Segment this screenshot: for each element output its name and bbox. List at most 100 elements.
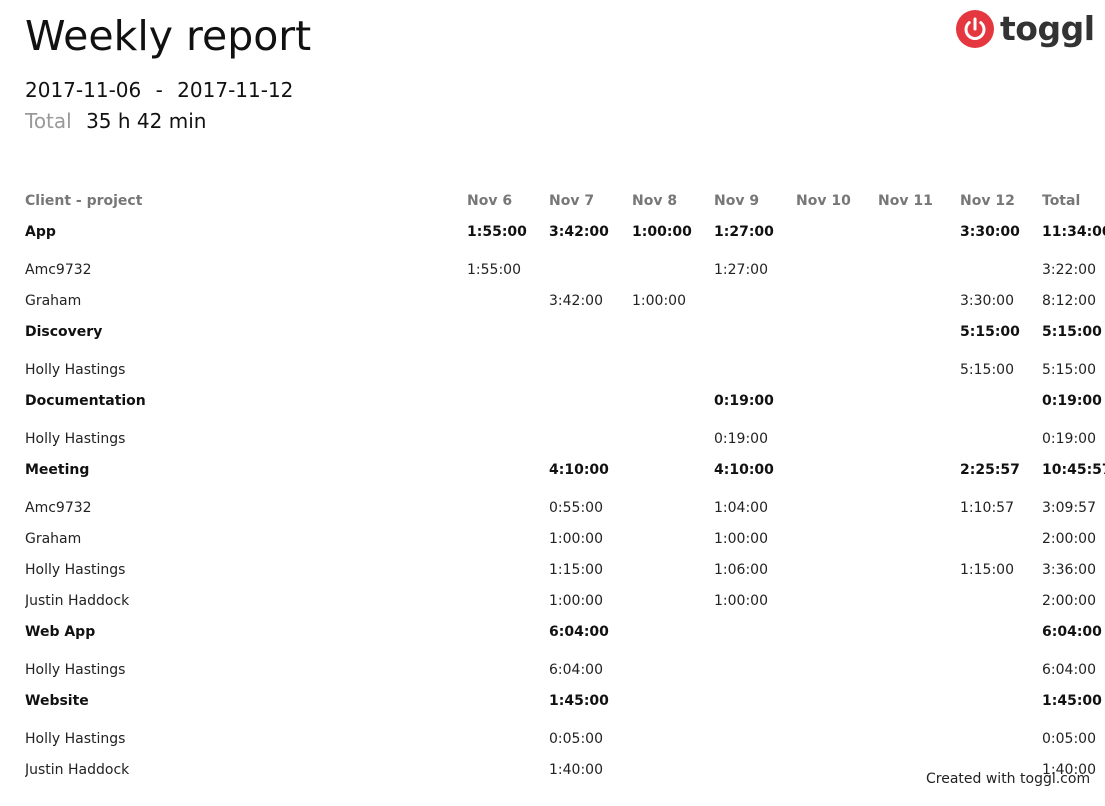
time-cell bbox=[467, 754, 549, 785]
time-cell: 0:19:00 bbox=[714, 392, 774, 409]
time-cell bbox=[960, 616, 1042, 647]
project-row: Web App 6:04:00 6:04:00 bbox=[25, 616, 1105, 647]
time-cell bbox=[714, 647, 796, 685]
time-cell: 10:45:57 bbox=[1042, 461, 1105, 478]
time-cell bbox=[549, 416, 632, 454]
page-title: Weekly report bbox=[25, 12, 312, 60]
member-row: Holly Hastings 5:15:00 5:15:00 bbox=[25, 347, 1105, 385]
date-range: 2017-11-06 - 2017-11-12 bbox=[25, 78, 293, 102]
time-cell bbox=[632, 416, 714, 454]
time-cell bbox=[796, 716, 878, 754]
project-row: Website 1:45:00 1:45:00 bbox=[25, 685, 1105, 716]
time-cell: 1:45:00 bbox=[1042, 692, 1102, 709]
time-cell bbox=[632, 385, 714, 416]
time-cell: 1:45:00 bbox=[549, 692, 609, 709]
time-cell bbox=[878, 647, 960, 685]
footer-credit: Created with toggl.com bbox=[926, 771, 1091, 787]
time-cell: 11:34:00 bbox=[1042, 223, 1105, 240]
column-header: Nov 7 bbox=[549, 192, 595, 209]
time-cell bbox=[960, 685, 1042, 716]
column-header-client-project: Client - project bbox=[25, 192, 143, 209]
time-cell bbox=[878, 554, 960, 585]
time-cell: 4:10:00 bbox=[549, 461, 609, 478]
time-cell bbox=[549, 247, 632, 285]
time-cell bbox=[796, 585, 878, 616]
time-cell bbox=[878, 285, 960, 316]
member-name-cell: Amc9732 bbox=[25, 499, 92, 516]
time-cell bbox=[796, 485, 878, 523]
time-cell: 3:30:00 bbox=[960, 223, 1020, 240]
table-body: App 1:55:00 3:42:00 1:00:00 1:27:00 3:30:00 11… bbox=[25, 216, 1105, 785]
time-cell: 6:04:00 bbox=[549, 661, 603, 678]
time-cell bbox=[714, 754, 796, 785]
time-cell: 2:00:00 bbox=[1042, 592, 1096, 609]
column-header: Nov 11 bbox=[878, 192, 933, 209]
total-value: 35 h 42 min bbox=[86, 109, 207, 133]
time-cell bbox=[960, 716, 1042, 754]
project-row: Documentation 0:19:00 0:19:00 bbox=[25, 385, 1105, 416]
time-cell bbox=[796, 285, 878, 316]
time-cell bbox=[467, 316, 549, 347]
member-name-cell: Justin Haddock bbox=[25, 761, 130, 778]
project-row: Discovery 5:15:00 5:15:00 bbox=[25, 316, 1105, 347]
time-cell: 1:04:00 bbox=[714, 499, 768, 516]
time-cell bbox=[714, 316, 796, 347]
time-cell bbox=[796, 554, 878, 585]
time-cell bbox=[632, 716, 714, 754]
time-cell bbox=[796, 416, 878, 454]
time-cell: 2:25:57 bbox=[960, 461, 1020, 478]
time-cell bbox=[467, 385, 549, 416]
time-cell: 1:00:00 bbox=[632, 223, 692, 240]
date-end: 2017-11-12 bbox=[177, 78, 294, 102]
time-cell bbox=[714, 347, 796, 385]
time-cell bbox=[467, 416, 549, 454]
project-name-cell: Documentation bbox=[25, 392, 146, 409]
time-cell: 1:10:57 bbox=[960, 499, 1014, 516]
time-cell bbox=[632, 454, 714, 485]
time-cell bbox=[632, 647, 714, 685]
time-cell bbox=[549, 316, 632, 347]
time-cell: 1:55:00 bbox=[467, 223, 527, 240]
time-cell: 3:22:00 bbox=[1042, 261, 1096, 278]
member-row: Justin Haddock 1:00:00 1:00:00 2:00:00 bbox=[25, 585, 1105, 616]
time-cell: 0:19:00 bbox=[1042, 392, 1102, 409]
time-cell: 3:42:00 bbox=[549, 292, 603, 309]
time-cell bbox=[796, 454, 878, 485]
time-cell bbox=[467, 285, 549, 316]
time-cell bbox=[878, 523, 960, 554]
time-cell bbox=[632, 247, 714, 285]
time-cell: 1:15:00 bbox=[960, 561, 1014, 578]
time-cell bbox=[467, 523, 549, 554]
time-cell bbox=[878, 616, 960, 647]
column-header: Nov 6 bbox=[467, 192, 513, 209]
time-cell bbox=[714, 685, 796, 716]
time-cell bbox=[467, 716, 549, 754]
column-header: Nov 8 bbox=[632, 192, 678, 209]
project-row: Meeting 4:10:00 4:10:00 2:25:57 10:45:57 bbox=[25, 454, 1105, 485]
time-cell bbox=[714, 285, 796, 316]
time-cell: 6:04:00 bbox=[1042, 623, 1102, 640]
time-cell bbox=[878, 385, 960, 416]
toggl-logo: toggl bbox=[956, 9, 1095, 49]
time-cell: 0:55:00 bbox=[549, 499, 603, 516]
time-cell bbox=[960, 385, 1042, 416]
member-name-cell: Holly Hastings bbox=[25, 361, 126, 378]
date-separator: - bbox=[155, 78, 163, 102]
time-cell bbox=[878, 585, 960, 616]
time-cell: 1:06:00 bbox=[714, 561, 768, 578]
member-name-cell: Holly Hastings bbox=[25, 430, 126, 447]
time-cell bbox=[878, 216, 960, 247]
member-row: Holly Hastings 0:19:00 0:19:00 bbox=[25, 416, 1105, 454]
time-cell: 1:00:00 bbox=[549, 592, 603, 609]
time-cell bbox=[878, 247, 960, 285]
member-name-cell: Holly Hastings bbox=[25, 561, 126, 578]
time-cell bbox=[878, 416, 960, 454]
time-cell bbox=[467, 554, 549, 585]
time-cell: 1:00:00 bbox=[549, 530, 603, 547]
time-cell bbox=[878, 316, 960, 347]
time-cell bbox=[467, 347, 549, 385]
project-row: App 1:55:00 3:42:00 1:00:00 1:27:00 3:30:00 11… bbox=[25, 216, 1105, 247]
time-cell: 6:04:00 bbox=[1042, 661, 1096, 678]
time-cell bbox=[632, 616, 714, 647]
time-cell: 1:15:00 bbox=[549, 561, 603, 578]
